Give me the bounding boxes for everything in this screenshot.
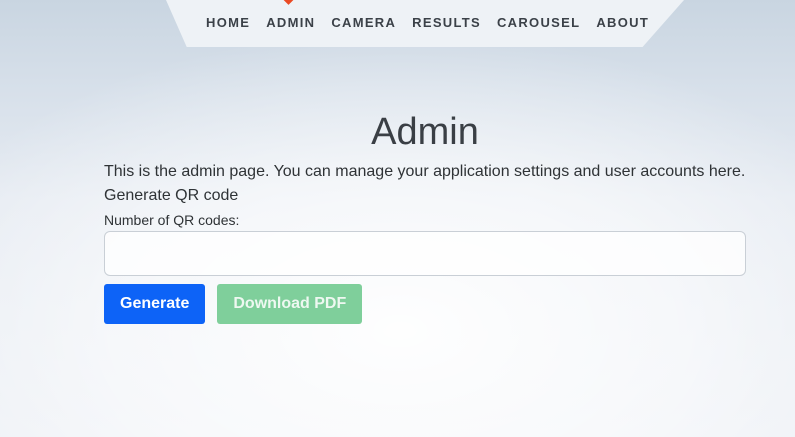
nav-item-home[interactable]: HOME — [206, 15, 250, 30]
nav-list: HOME ADMIN CAMERA RESULTS CAROUSEL ABOUT — [206, 15, 649, 30]
admin-content: Admin This is the admin page. You can ma… — [104, 108, 746, 324]
intro-text: This is the admin page. You can manage y… — [104, 163, 746, 180]
nav-item-admin[interactable]: ADMIN — [266, 15, 315, 30]
download-pdf-button[interactable]: Download PDF — [217, 284, 363, 324]
nav-item-camera[interactable]: CAMERA — [331, 15, 396, 30]
qr-actions: Generate Download PDF — [104, 284, 746, 324]
nav-item-about[interactable]: ABOUT — [596, 15, 649, 30]
page-title: Admin — [371, 111, 479, 153]
nav-item-results[interactable]: RESULTS — [412, 15, 481, 30]
top-navigation: HOME ADMIN CAMERA RESULTS CAROUSEL ABOUT — [166, 0, 684, 47]
qr-count-input[interactable] — [104, 231, 746, 276]
generate-button[interactable]: Generate — [104, 284, 206, 324]
nav-item-carousel[interactable]: CAROUSEL — [497, 15, 580, 30]
qr-count-label: Number of QR codes: — [104, 212, 240, 228]
qr-section-title: Generate QR code — [104, 187, 239, 204]
